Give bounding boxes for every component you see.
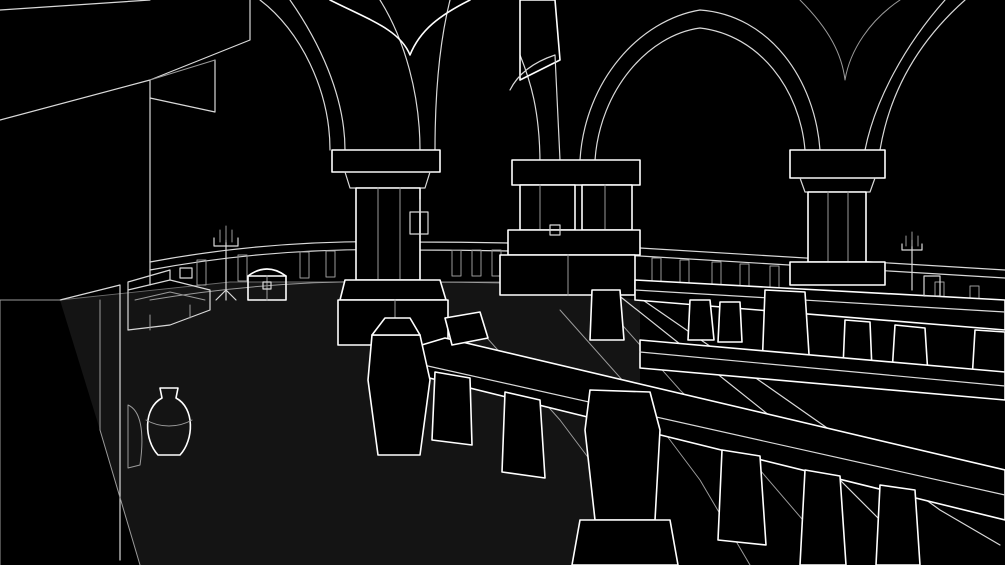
game-viewport[interactable] [0,0,1005,565]
pillar-front-left [331,149,449,346]
wireframe-scene [0,0,1005,565]
pillar-center-pair [499,159,641,296]
gothic-arches [259,0,966,166]
candelabra-right [901,231,923,291]
front-right-balustrade [589,275,1005,401]
pillar-right [789,149,886,286]
